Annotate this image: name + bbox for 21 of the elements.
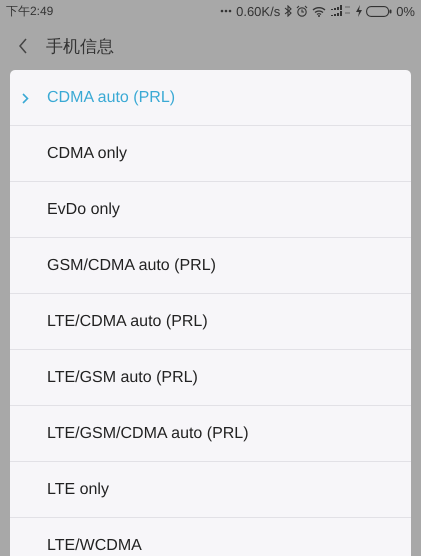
network-mode-option[interactable]: LTE/GSM/CDMA auto (PRL) [10,406,411,462]
dots-icon [220,9,232,13]
network-mode-option[interactable]: LTE/CDMA auto (PRL) [10,294,411,350]
battery-percent: 0% [396,4,415,18]
network-mode-option[interactable]: CDMA only [10,126,411,182]
network-mode-option[interactable]: LTE only [10,462,411,518]
network-mode-option[interactable]: GSM/CDMA auto (PRL) [10,238,411,294]
network-mode-option[interactable]: LTE/WCDMA [10,518,411,556]
alarm-icon [296,5,308,17]
back-icon[interactable] [18,38,28,54]
wifi-icon [312,6,326,16]
network-mode-option[interactable]: LTE/GSM auto (PRL) [10,350,411,406]
battery-icon [366,6,392,16]
network-mode-option[interactable]: EvDo only [10,182,411,238]
page-title: 手机信息 [46,36,114,58]
status-time: 下午2:49 [6,2,54,20]
bluetooth-icon [284,5,292,17]
chevron-icon [22,93,29,104]
charging-icon [356,5,362,17]
network-speed: 0.60K/s [236,4,280,18]
signal-icon [330,5,352,17]
